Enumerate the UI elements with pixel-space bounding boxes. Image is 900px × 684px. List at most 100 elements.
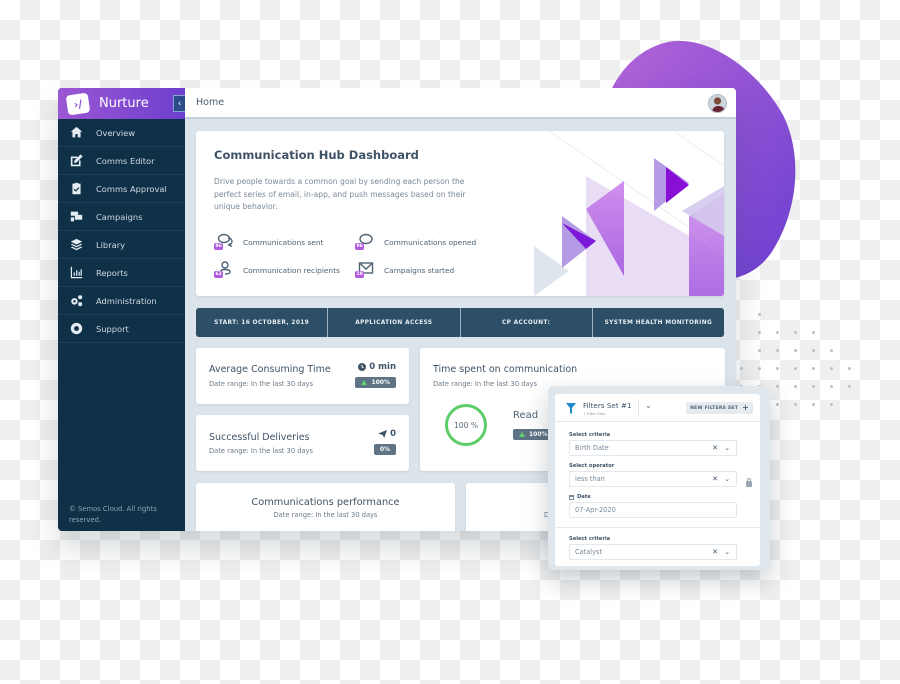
info-cp-account: CP ACCOUNT: <box>460 308 592 337</box>
decorative-dot <box>830 385 833 388</box>
clock-icon <box>358 363 367 371</box>
gears-icon <box>68 293 84 309</box>
sidebar: ›/ Nurture ‹ Overview Comms Editor Comms… <box>58 88 185 531</box>
decorative-dot <box>812 385 815 388</box>
change-pill: 0% <box>373 444 396 455</box>
copyright-text: © Semos Cloud. All rights reserved. <box>69 505 157 524</box>
brand-name: Nurture <box>99 96 149 111</box>
decorative-dot <box>794 349 797 352</box>
decorative-dot <box>812 403 815 406</box>
user-avatar[interactable] <box>708 94 727 113</box>
stat-badge: 62 <box>214 271 224 278</box>
card-title: Successful Deliveries <box>209 432 310 443</box>
change-pill: 100% <box>355 377 396 388</box>
stat-communications-sent: 96 Communications sent <box>214 233 323 251</box>
home-icon <box>68 125 84 141</box>
divider <box>638 399 639 417</box>
filter-set-title: Filters Set #1 <box>583 401 632 410</box>
decorative-dot <box>812 367 815 370</box>
stat-communication-recipients: 62 Communication recipients <box>214 261 340 279</box>
stat-label: Campaigns started <box>384 265 455 275</box>
sidebar-item-comms-editor[interactable]: Comms Editor <box>58 147 185 175</box>
criteria-select[interactable]: Catalyst ✕ ⌄ <box>569 544 737 560</box>
decorative-dot <box>776 331 779 334</box>
chevron-down-icon[interactable]: ⌄ <box>724 548 730 556</box>
criteria-select[interactable]: Birth Date ✕ ⌄ <box>569 440 737 456</box>
envelope-icon: 10 <box>355 261 375 279</box>
filter-set-count: 1 Filter Sets <box>583 411 606 416</box>
metric-value-text: 0 <box>390 429 396 439</box>
change-text: 100% <box>371 379 390 386</box>
sidebar-item-label: Support <box>96 323 129 334</box>
metric-value: 0 min <box>358 362 396 372</box>
chevron-down-icon[interactable]: ⌄ <box>724 444 730 452</box>
sidebar-item-label: Overview <box>96 127 136 138</box>
decorative-dot <box>794 367 797 370</box>
clear-icon[interactable]: ✕ <box>712 444 718 452</box>
info-application-access[interactable]: APPLICATION ACCESS <box>328 308 460 337</box>
card-subtitle: Date range: In the last 30 days <box>273 511 378 519</box>
sidebar-item-campaigns[interactable]: Campaigns <box>58 203 185 231</box>
sidebar-item-comms-approval[interactable]: Comms Approval <box>58 175 185 203</box>
decorative-dot <box>776 367 779 370</box>
sidebar-item-label: Comms Editor <box>96 155 155 166</box>
decorative-dot <box>758 349 761 352</box>
change-text: 0% <box>379 446 390 453</box>
read-label: Read <box>513 410 539 421</box>
decorative-dot <box>812 331 815 334</box>
stat-communications-opened: 96 Communications opened <box>355 233 476 251</box>
field-label: Select criteria <box>569 536 611 542</box>
trend-up-icon <box>519 432 525 437</box>
top-bar: Home <box>185 88 736 119</box>
nurture-logo-icon: ›/ <box>65 92 91 115</box>
calendar-icon <box>569 494 574 500</box>
campaigns-icon <box>68 209 84 225</box>
user-icon: 62 <box>214 261 234 279</box>
brand-header: ›/ Nurture ‹ <box>58 88 185 119</box>
successful-deliveries-card: Successful Deliveries Date range: In the… <box>196 415 409 471</box>
layers-icon <box>68 237 84 253</box>
lifebuoy-icon <box>68 321 84 337</box>
sidebar-item-support[interactable]: Support <box>58 315 185 343</box>
select-value: less than <box>575 475 605 483</box>
chevron-down-icon[interactable]: ⌄ <box>724 475 730 483</box>
decorative-dot <box>812 349 815 352</box>
chat-bubble-icon: 96 <box>355 233 375 251</box>
field-label: Select criteria <box>569 432 611 438</box>
progress-ring: 100 % <box>445 404 487 446</box>
sidebar-item-administration[interactable]: Administration <box>58 287 185 315</box>
decorative-dot <box>776 349 779 352</box>
card-subtitle: Date range: In the last 30 days <box>433 380 537 388</box>
label-text: Date <box>577 494 591 500</box>
communications-performance-card: Communications performance Date range: I… <box>196 483 455 531</box>
collapse-sidebar-button[interactable]: ‹ <box>173 95 185 112</box>
sidebar-item-reports[interactable]: Reports <box>58 259 185 287</box>
new-filters-set-button[interactable]: NEW FILTERS SET + <box>686 402 753 414</box>
select-value: Birth Date <box>575 444 609 452</box>
paper-plane-icon <box>378 430 388 438</box>
info-system-health[interactable]: SYSTEM HEALTH MONITORING <box>592 308 724 337</box>
sidebar-item-library[interactable]: Library <box>58 231 185 259</box>
divider <box>555 527 760 528</box>
info-bar: START: 16 OCTOBER, 2019 APPLICATION ACCE… <box>196 308 724 337</box>
sidebar-item-label: Reports <box>96 267 128 278</box>
change-text: 100% <box>529 431 548 438</box>
metric-value-text: 0 min <box>369 362 396 372</box>
page-title: Home <box>196 97 225 108</box>
sidebar-item-overview[interactable]: Overview <box>58 119 185 147</box>
date-input[interactable]: 07-Apr-2020 <box>569 502 737 518</box>
clear-icon[interactable]: ✕ <box>712 548 718 556</box>
ring-value: 100 % <box>453 420 479 430</box>
chat-bubbles-icon: 96 <box>214 233 234 251</box>
card-title: Average Consuming Time <box>209 364 331 375</box>
input-value: 07-Apr-2020 <box>575 506 616 514</box>
decorative-dot <box>830 367 833 370</box>
operator-select[interactable]: less than ✕ ⌄ <box>569 471 737 487</box>
hero-description: Drive people towards a common goal by se… <box>214 177 466 211</box>
filter-set-dropdown-chevron-icon[interactable]: ⌄ <box>645 401 652 410</box>
clear-icon[interactable]: ✕ <box>712 475 718 483</box>
select-value: Catalyst <box>575 548 603 556</box>
lock-icon[interactable] <box>746 478 752 487</box>
card-title: Communications performance <box>251 497 400 508</box>
info-start-date: START: 16 OCTOBER, 2019 <box>196 308 328 337</box>
